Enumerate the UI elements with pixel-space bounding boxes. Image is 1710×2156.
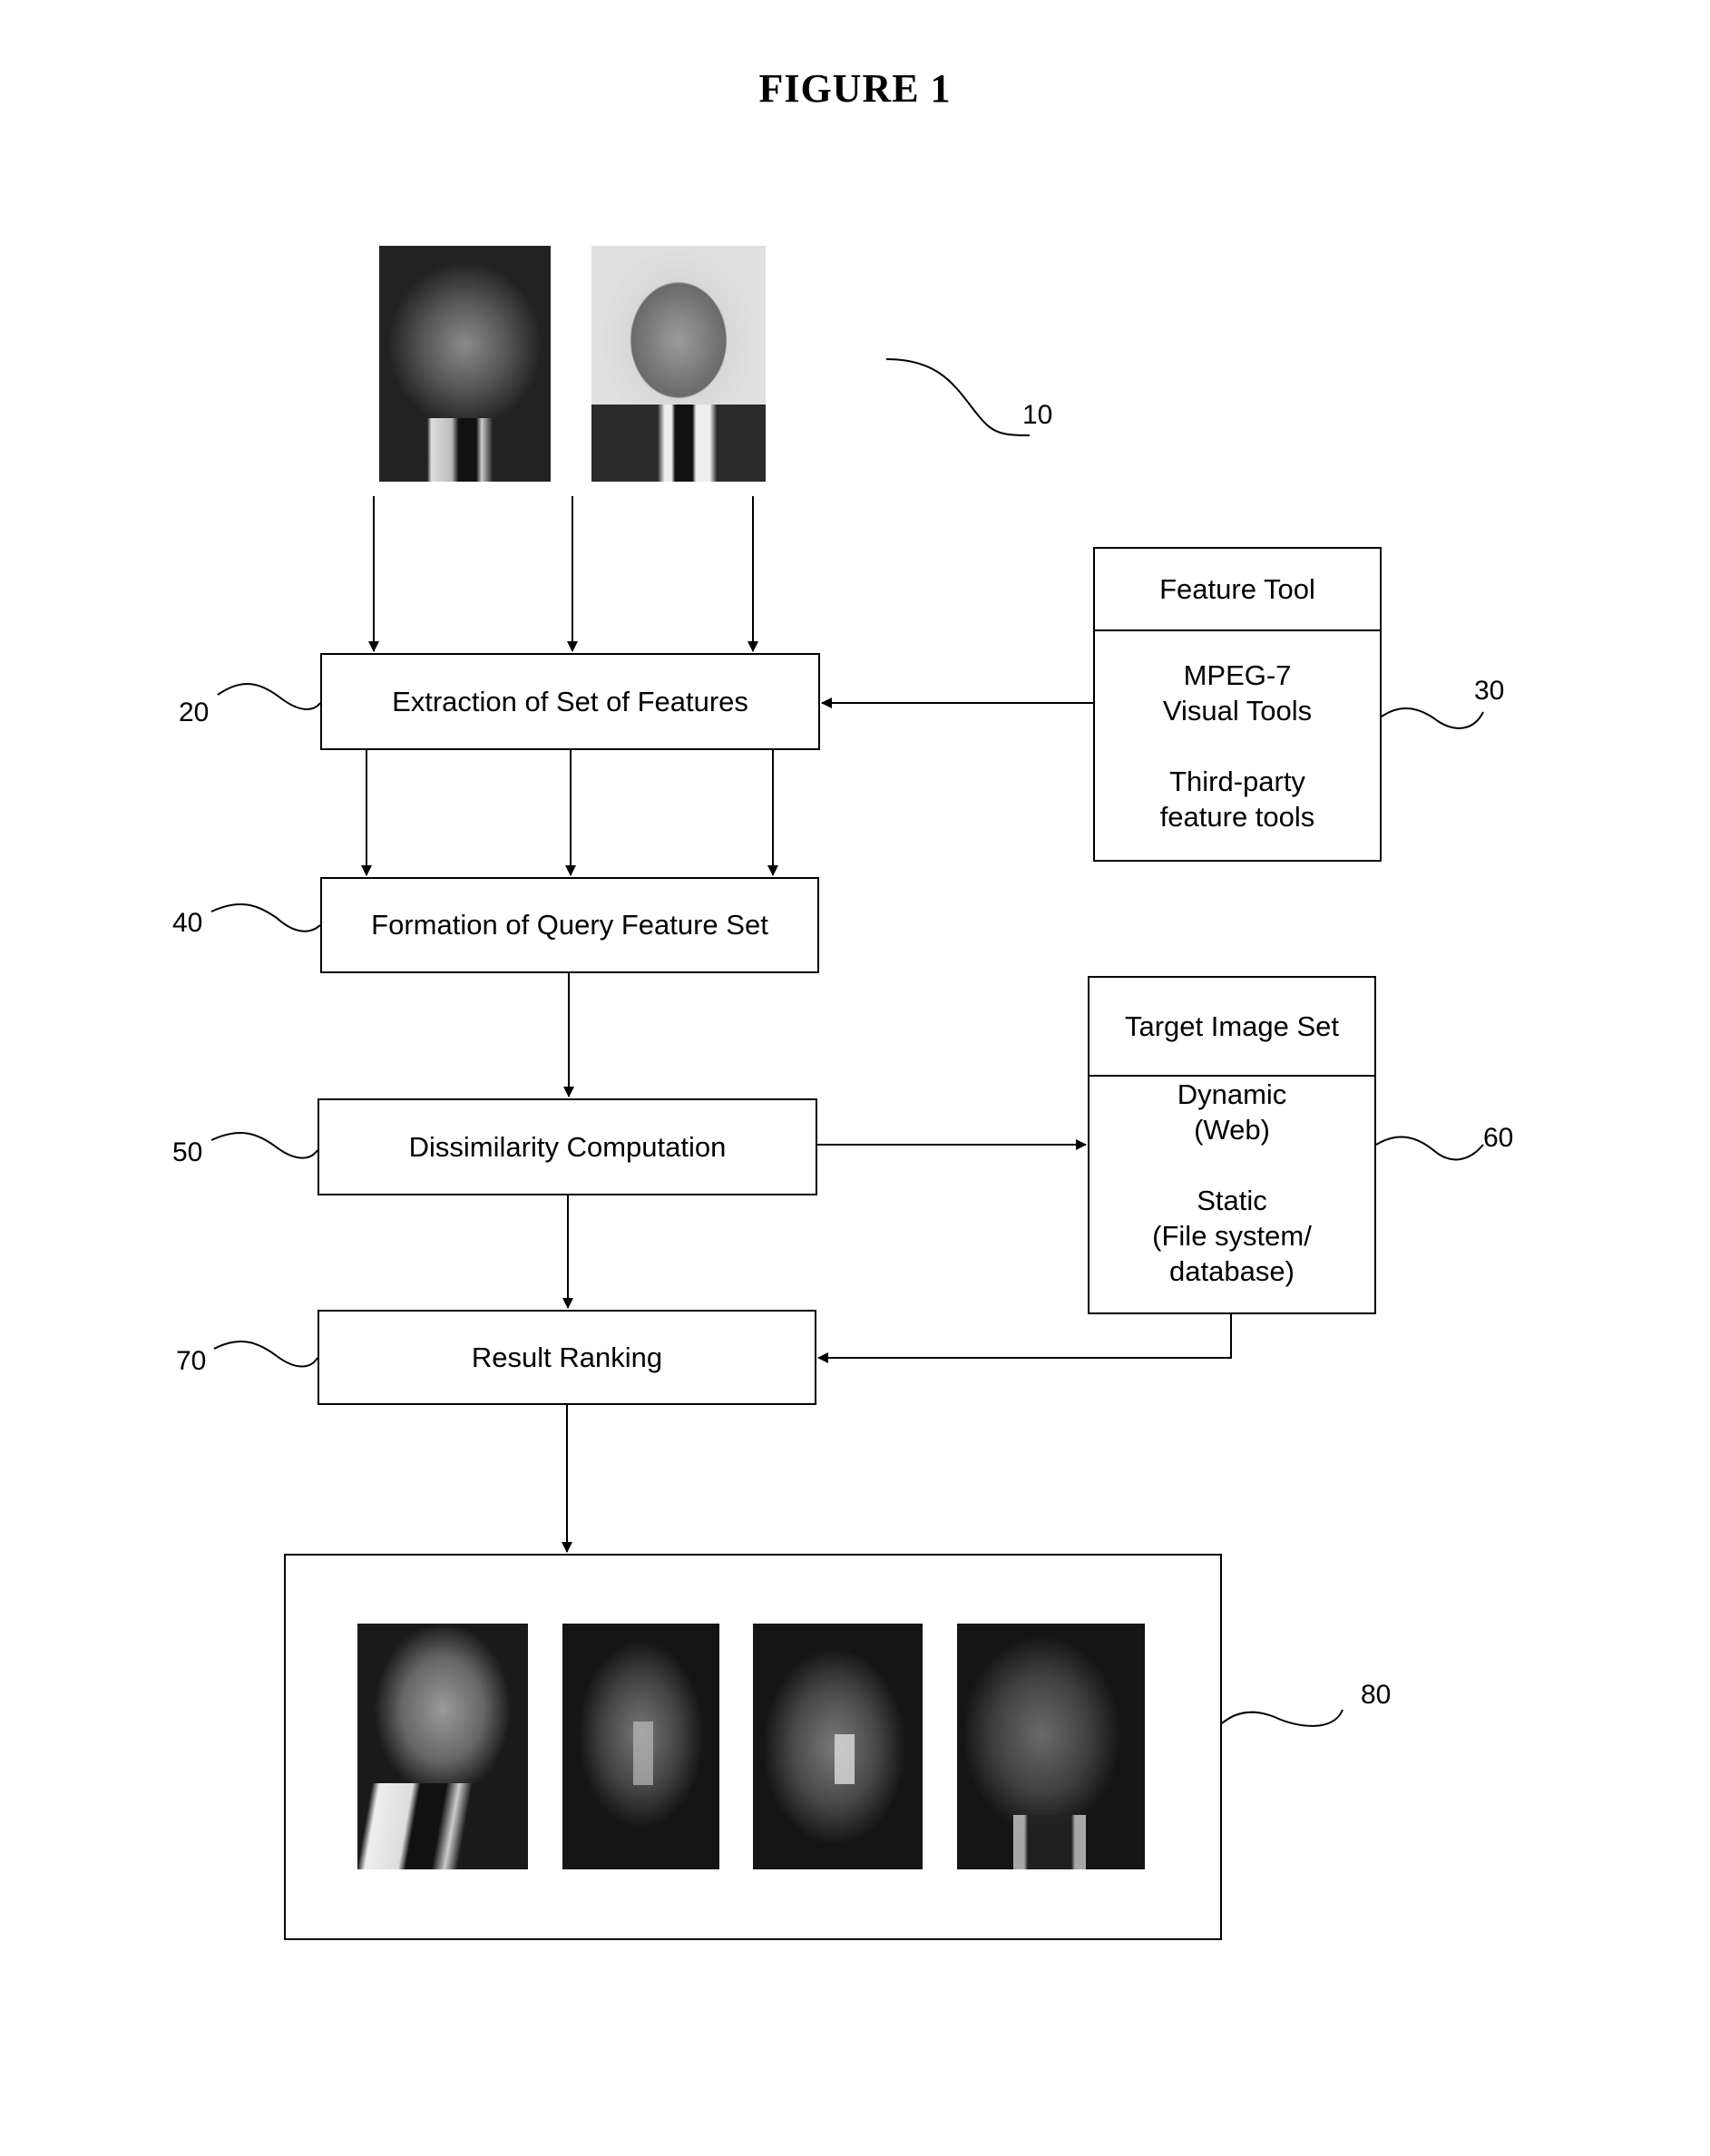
leader-line-40 [210,902,321,932]
leader-line-60 [1375,1136,1484,1161]
leader-line-10 [885,358,1031,436]
connectors-layer [210,358,1484,1727]
leader-line-70 [213,1341,318,1368]
leader-line-50 [210,1132,318,1159]
leader-line-20 [217,683,321,710]
leader-line-30 [1381,707,1484,729]
arrow-target-to-ranking [817,1314,1232,1363]
leader-line-80 [1221,1709,1344,1727]
